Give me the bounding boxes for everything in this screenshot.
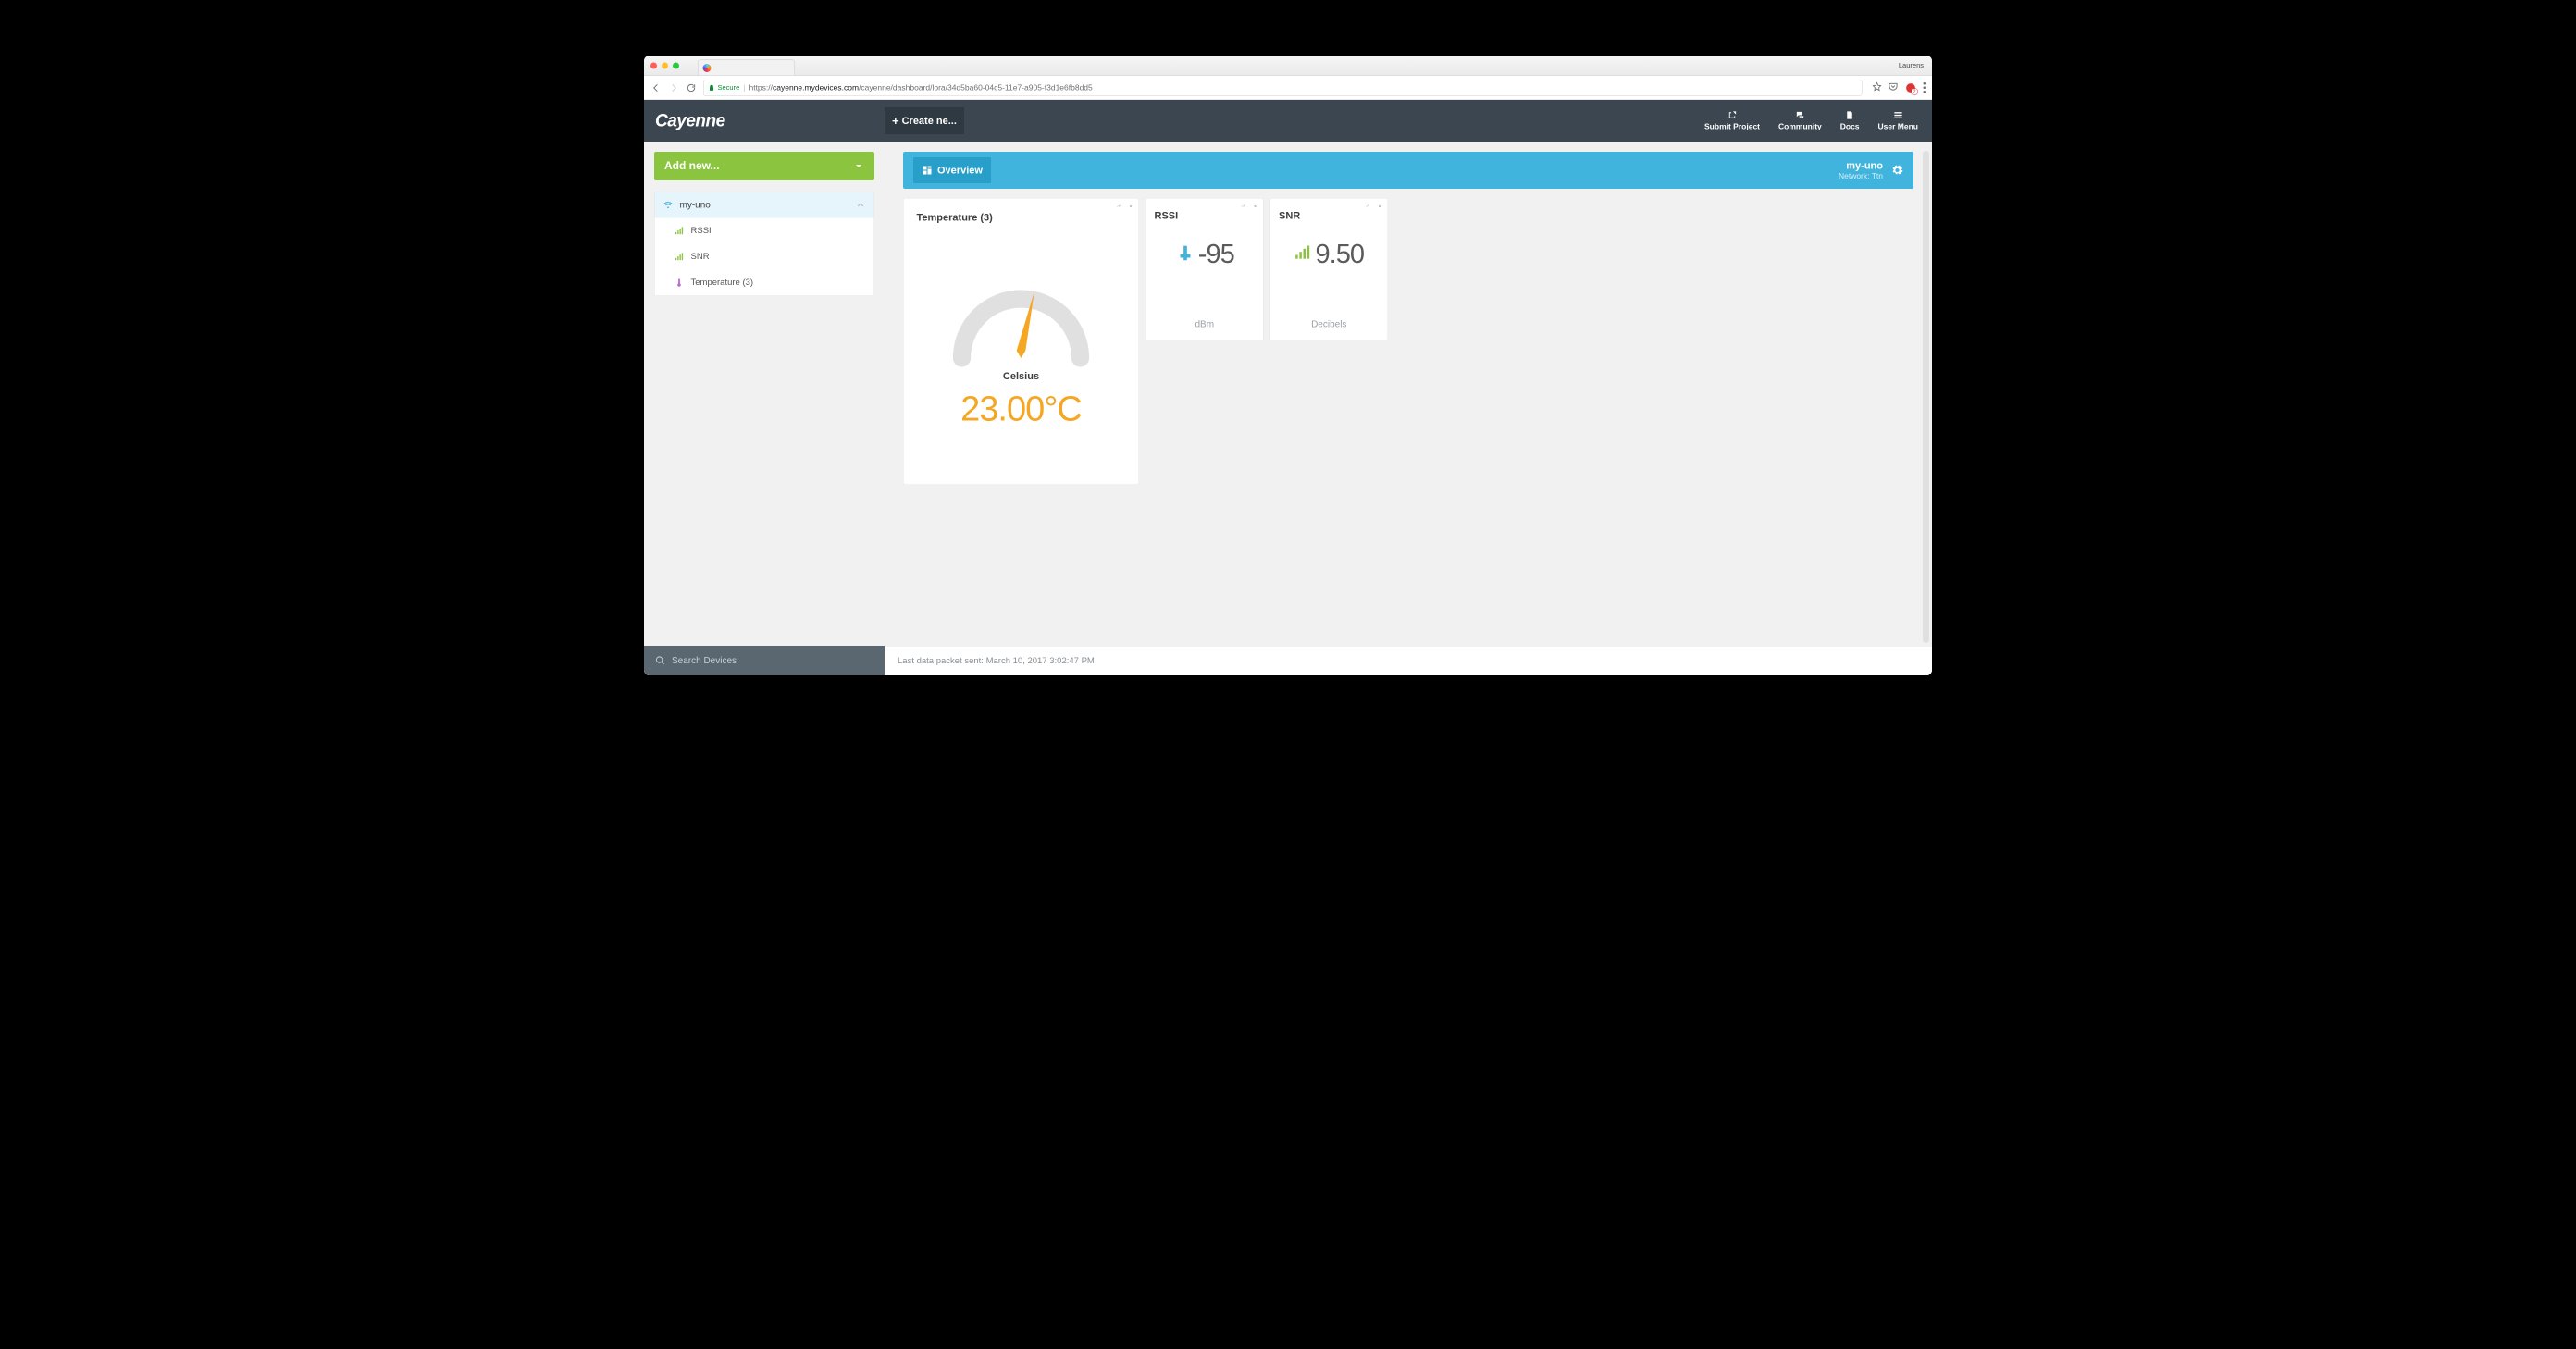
tab-overview-label: Overview <box>937 165 983 177</box>
add-new-label: Add new... <box>664 160 720 173</box>
gear-icon[interactable] <box>1251 203 1259 211</box>
sidebar-item-snr[interactable]: SNR <box>655 244 874 270</box>
widget-title: RSSI <box>1155 210 1256 222</box>
widget-title: SNR <box>1279 210 1380 222</box>
gear-icon[interactable] <box>1127 203 1135 211</box>
search-placeholder: Search Devices <box>672 655 737 666</box>
sidebar-item-temperature[interactable]: Temperature (3) <box>655 270 874 296</box>
pocket-icon[interactable] <box>1889 81 1899 94</box>
tab-overview[interactable]: Overview <box>913 157 991 183</box>
nav-docs[interactable]: Docs <box>1840 110 1860 131</box>
share-icon <box>1728 110 1738 120</box>
snr-unit: Decibels <box>1279 319 1380 330</box>
temperature-value: 23.00°C <box>960 389 1082 429</box>
chart-icon[interactable] <box>1115 203 1123 211</box>
overview-device-info: my-uno Network: Ttn <box>1839 160 1903 181</box>
overview-network-label: Network: Ttn <box>1839 172 1883 181</box>
device-tree-item-my-uno[interactable]: my-uno <box>655 192 874 218</box>
favicon-icon <box>703 64 712 72</box>
minimize-window-button[interactable] <box>662 62 668 68</box>
lock-icon: Secure <box>709 84 740 93</box>
signal-icon <box>1294 243 1313 265</box>
sidebar-item-rssi[interactable]: RSSI <box>655 218 874 244</box>
browser-window: Laurens Secure | https://cayenne.mydevic… <box>644 56 1932 675</box>
gear-icon[interactable] <box>1891 165 1903 177</box>
app-root: Cayenne + Create ne... Submit Project Co… <box>644 100 1932 675</box>
main-content: Overview my-uno Network: Ttn <box>885 142 1932 675</box>
nav-submit-project[interactable]: Submit Project <box>1704 110 1760 131</box>
snr-value: 9.50 <box>1316 239 1364 270</box>
device-tree: my-uno RSSI SNR Temperature (3) <box>654 192 874 296</box>
chat-icon <box>1795 110 1805 120</box>
last-packet-label: Last data packet sent: March 10, 2017 3:… <box>898 656 1095 666</box>
widget-title: Temperature (3) <box>917 212 1126 224</box>
docs-icon <box>1845 110 1855 120</box>
toolbar-right: 2 <box>1873 81 1926 94</box>
browser-tabs <box>698 56 795 76</box>
sidebar-item-label: RSSI <box>691 226 712 236</box>
widget-rssi: RSSI -95 dBm <box>1146 198 1264 341</box>
browser-toolbar: Secure | https://cayenne.mydevices.com/c… <box>644 76 1932 100</box>
browser-titlebar: Laurens <box>644 56 1932 76</box>
create-new-button[interactable]: + Create ne... <box>885 107 964 134</box>
url-text: https://cayenne.mydevices.com/cayenne/da… <box>749 83 1092 93</box>
nav-community[interactable]: Community <box>1778 110 1822 131</box>
reload-button[interactable] <box>686 82 697 93</box>
address-bar[interactable]: Secure | https://cayenne.mydevices.com/c… <box>703 80 1863 96</box>
chart-icon[interactable] <box>1364 203 1372 211</box>
overview-bar: Overview my-uno Network: Ttn <box>903 152 1913 189</box>
plus-icon: + <box>892 114 899 129</box>
signal-icon <box>675 226 685 236</box>
gauge-icon <box>947 275 1096 367</box>
header-nav: Submit Project Community Docs User Menu <box>1704 110 1932 131</box>
bookmark-star-icon[interactable] <box>1873 82 1882 94</box>
search-devices[interactable]: Search Devices <box>644 646 885 675</box>
sidebar-item-label: SNR <box>691 252 710 262</box>
browser-profile-name[interactable]: Laurens <box>1899 62 1924 70</box>
extension-badge-count: 2 <box>1911 88 1917 94</box>
temperature-unit-label: Celsius <box>1003 370 1039 382</box>
add-new-button[interactable]: Add new... <box>654 152 874 180</box>
create-new-label: Create ne... <box>902 115 957 127</box>
widget-snr: SNR 9.50 Decibels <box>1270 198 1389 341</box>
rssi-icon <box>1175 242 1195 266</box>
back-button[interactable] <box>650 82 662 93</box>
sidebar-item-label: Temperature (3) <box>691 278 754 288</box>
signal-icon <box>675 252 685 262</box>
gear-icon[interactable] <box>1376 203 1384 211</box>
dashboard-icon <box>922 165 933 176</box>
app-header: Cayenne + Create ne... Submit Project Co… <box>644 100 1932 142</box>
nav-user-menu[interactable]: User Menu <box>1878 110 1918 131</box>
overview-device-name: my-uno <box>1839 160 1883 172</box>
chevron-up-icon <box>856 200 866 210</box>
maximize-window-button[interactable] <box>673 62 679 68</box>
app-logo[interactable]: Cayenne <box>644 111 885 131</box>
widget-temperature: Temperature (3) Celsius 23.00°C <box>903 198 1139 485</box>
app-body: Add new... my-uno RSSI SNR <box>644 142 1932 675</box>
forward-button[interactable] <box>668 82 679 93</box>
window-controls <box>650 62 679 68</box>
secure-label: Secure <box>718 84 740 93</box>
browser-tab-active[interactable] <box>698 60 795 76</box>
close-window-button[interactable] <box>650 62 657 68</box>
search-icon <box>655 656 665 666</box>
scrollbar[interactable] <box>1923 151 1929 643</box>
rssi-value: -95 <box>1198 239 1234 270</box>
widget-grid: Temperature (3) Celsius 23.00°C <box>903 198 1913 485</box>
extension-badge-icon[interactable]: 2 <box>1905 81 1917 93</box>
thermometer-icon <box>675 278 685 288</box>
menu-icon <box>1893 110 1903 120</box>
sidebar: Add new... my-uno RSSI SNR <box>644 142 885 675</box>
device-name: my-uno <box>680 200 711 211</box>
chart-icon[interactable] <box>1239 203 1247 211</box>
device-icon <box>663 200 674 210</box>
footer: Last data packet sent: March 10, 2017 3:… <box>885 646 1932 675</box>
rssi-unit: dBm <box>1155 319 1256 330</box>
chevron-down-icon <box>853 161 864 172</box>
browser-menu-button[interactable] <box>1924 82 1926 93</box>
